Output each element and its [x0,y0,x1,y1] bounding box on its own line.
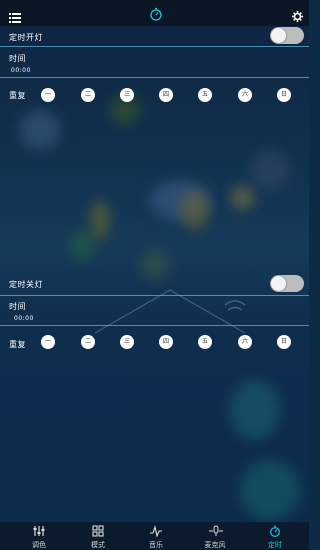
nav-item-microphone[interactable]: 麦克风 [185,522,245,550]
on-timer-toggle[interactable] [270,27,304,44]
music-wave-icon [150,525,162,537]
day-button-sat[interactable]: 六 [238,88,252,102]
on-timer-title: 定时开灯 [9,33,43,42]
nav-label-mode: 模式 [91,541,105,549]
off-repeat-label: 重复 [9,340,26,349]
timer-icon [270,525,280,537]
on-time-value: 00:00 [11,67,31,74]
off-time-value: 00:00 [14,315,34,322]
top-bar [0,0,309,26]
nav-item-music[interactable]: 音乐 [126,522,186,550]
divider [0,295,309,296]
divider [0,325,309,326]
divider [0,77,309,78]
day-button-thu[interactable]: 四 [159,88,173,102]
bottom-nav: 调色 模式 音乐 麦克风 定时 [0,522,309,550]
day-button-fri[interactable]: 五 [198,88,212,102]
sliders-icon [33,526,45,536]
day-button-wed[interactable]: 三 [120,88,134,102]
day-button-mon[interactable]: 一 [41,335,55,349]
background-image [0,0,309,550]
timer-icon [149,6,163,25]
nav-item-color[interactable]: 调色 [9,522,69,550]
nav-label-music: 音乐 [149,541,163,549]
off-time-label: 时间 [9,302,26,311]
off-timer-title: 定时关灯 [9,280,43,289]
day-button-fri[interactable]: 五 [198,335,212,349]
on-time-label: 时间 [9,54,26,63]
on-repeat-label: 重复 [9,91,26,100]
day-button-sat[interactable]: 六 [238,335,252,349]
day-button-sun[interactable]: 日 [277,88,291,102]
nav-item-mode[interactable]: 模式 [68,522,128,550]
off-timer-toggle[interactable] [270,275,304,292]
nav-label-timer: 定时 [268,541,282,549]
nav-label-color: 调色 [32,541,46,549]
toggle-knob [271,28,286,43]
list-icon[interactable] [9,8,21,27]
day-button-wed[interactable]: 三 [120,335,134,349]
day-button-mon[interactable]: 一 [41,88,55,102]
gear-icon[interactable] [292,7,303,26]
toggle-knob [271,276,286,291]
divider [0,46,309,47]
day-button-sun[interactable]: 日 [277,335,291,349]
microphone-wave-icon [209,525,223,536]
nav-label-microphone: 麦克风 [204,541,226,549]
grid-icon [92,525,104,537]
nav-item-timer[interactable]: 定时 [245,522,305,550]
day-button-tue[interactable]: 二 [81,335,95,349]
day-button-tue[interactable]: 二 [81,88,95,102]
day-button-thu[interactable]: 四 [159,335,173,349]
